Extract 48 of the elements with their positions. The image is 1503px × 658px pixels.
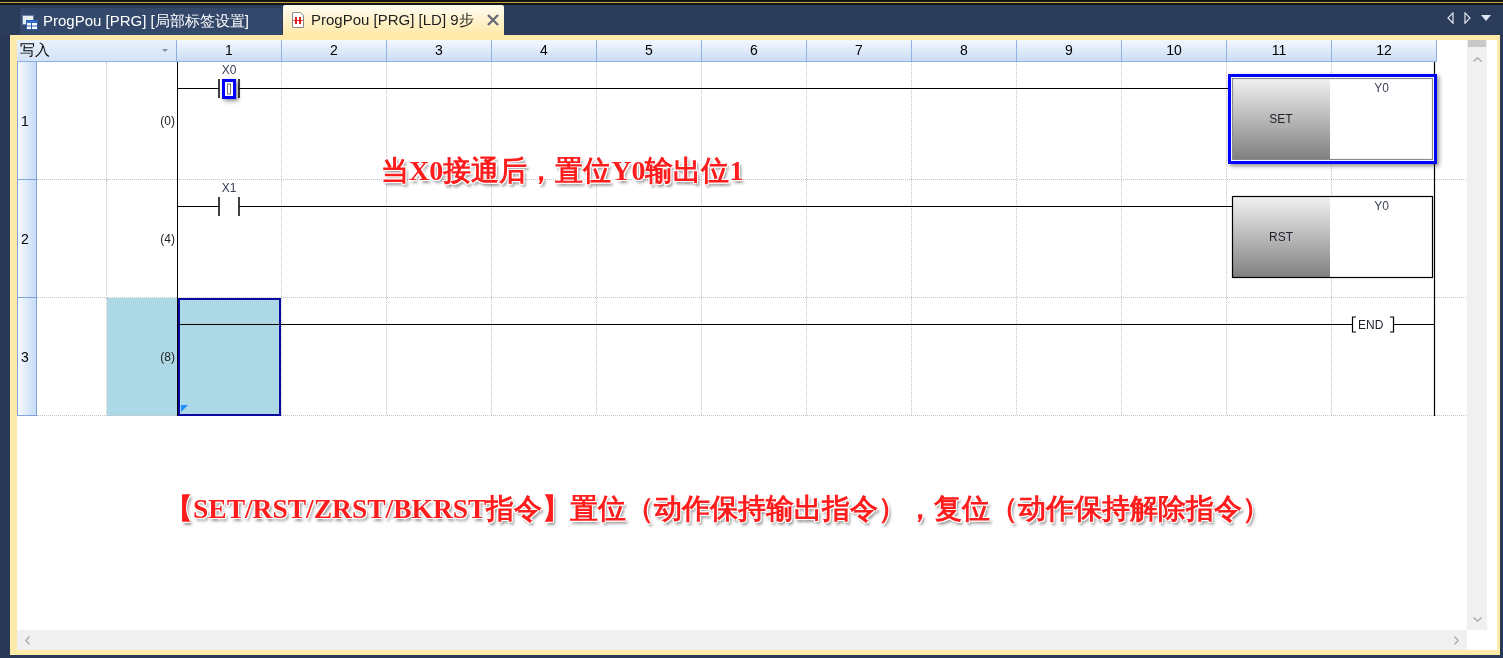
column-header: 7 <box>807 40 912 62</box>
corner-marker-icon <box>181 405 188 412</box>
device-label: X0 <box>221 63 237 77</box>
document-icon <box>290 12 306 28</box>
column-header: 12 <box>1332 40 1437 62</box>
device-label: X1 <box>221 181 237 195</box>
scroll-thumb[interactable] <box>1468 40 1486 47</box>
rung-wire <box>177 88 220 89</box>
right-bracket-icon <box>1389 316 1395 333</box>
column-header: 9 <box>1017 40 1122 62</box>
column-header: 3 <box>387 40 492 62</box>
instruction-label: END <box>1358 318 1384 332</box>
rung-wire <box>1393 324 1435 325</box>
scroll-left-icon[interactable] <box>25 635 30 645</box>
scroll-up-icon[interactable] <box>1472 57 1482 62</box>
tab-scroll-left-icon[interactable] <box>1447 11 1454 24</box>
rung-number: 2 <box>17 180 37 298</box>
caption-text: 【SET/RST/ZRST/BKRST指令】置位（动作保持输出指令），复位（动作保持解除指令） <box>165 492 1271 526</box>
column-header: 8 <box>912 40 1017 62</box>
step-number: (8) <box>107 298 177 416</box>
document-tab[interactable]: ProgPou [PRG] [LD] 9步 <box>283 5 504 35</box>
instruction-label: RST <box>1269 230 1293 244</box>
rung-wire <box>177 206 220 207</box>
close-icon[interactable] <box>486 14 499 26</box>
operand-label: Y0 <box>1374 81 1389 95</box>
rung-number: 1 <box>17 62 37 180</box>
column-header: 1 <box>177 40 282 62</box>
column-header: 6 <box>702 40 807 62</box>
column-header: 4 <box>492 40 597 62</box>
tab-scroll-right-icon[interactable] <box>1464 11 1471 24</box>
rung-number: 3 <box>17 298 37 416</box>
scroll-down-icon[interactable] <box>1472 617 1482 622</box>
mode-dropdown[interactable]: 写入 <box>17 40 177 62</box>
annotation-text: 当X0接通后，置位Y0输出位1 <box>381 154 744 188</box>
scroll-right-icon[interactable] <box>1454 635 1459 645</box>
dropdown-icon[interactable] <box>1481 14 1491 21</box>
column-header: 11 <box>1227 40 1332 62</box>
horizontal-scrollbar[interactable] <box>17 630 1467 650</box>
operand-label: Y0 <box>1374 199 1389 213</box>
table-icon <box>22 13 38 30</box>
step-number: (0) <box>107 62 177 180</box>
column-header: 10 <box>1122 40 1227 62</box>
vertical-scrollbar[interactable] <box>1467 40 1487 630</box>
document-tab[interactable]: ProgPou [PRG] [局部标签设置] <box>20 8 282 35</box>
column-header: 5 <box>597 40 702 62</box>
column-header: 2 <box>282 40 387 62</box>
instruction-label: SET <box>1269 112 1293 126</box>
caret-icon <box>162 49 168 52</box>
